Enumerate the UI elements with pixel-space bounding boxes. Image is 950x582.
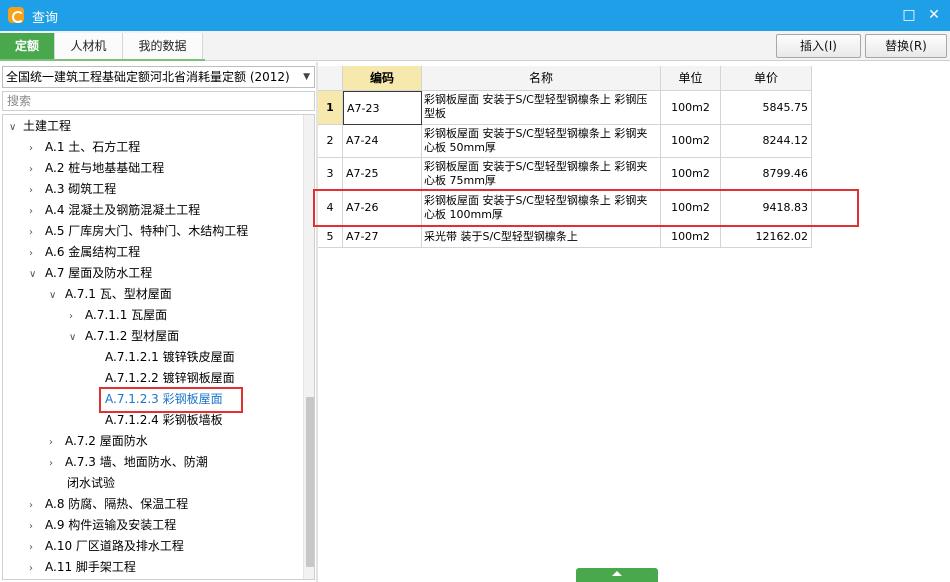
chevron-right-icon[interactable]: › [29, 201, 39, 222]
unit-cell[interactable]: 100m2 [661, 226, 721, 248]
name-cell[interactable]: 彩钢板屋面 安装于S/C型轻型钢檩条上 彩钢夹心板 75mm厚 [422, 158, 661, 191]
chevron-right-icon[interactable]: › [29, 180, 39, 201]
price-cell[interactable]: 5845.75 [721, 91, 812, 125]
chevron-right-icon[interactable]: › [49, 432, 59, 453]
insert-button[interactable]: 插入(I) [776, 34, 861, 58]
scrollbar-thumb[interactable] [306, 397, 314, 567]
tree-item[interactable]: › A.7.3 墙、地面防水、防潮 [49, 452, 208, 473]
tree-item[interactable]: › A.10 厂区道路及排水工程 [29, 536, 184, 557]
name-cell[interactable]: 彩钢板屋面 安装于S/C型轻型钢檩条上 彩钢夹心板 100mm厚 [422, 191, 661, 226]
name-cell[interactable]: 彩钢板屋面 安装于S/C型轻型钢檩条上 彩钢压型板 [422, 91, 661, 125]
tree-item[interactable]: › A.5 厂库房大门、特种门、木结构工程 [29, 221, 248, 242]
name-cell[interactable]: 彩钢板屋面 安装于S/C型轻型钢檩条上 彩钢夹心板 50mm厚 [422, 125, 661, 158]
unit-cell[interactable]: 100m2 [661, 91, 721, 125]
row-number[interactable]: 5 [318, 226, 343, 248]
tab-underline [0, 59, 205, 61]
row-number[interactable]: 2 [318, 125, 343, 158]
row-number[interactable]: 3 [318, 158, 343, 191]
tree-item[interactable]: › A.4 混凝土及钢筋混凝土工程 [29, 200, 200, 221]
price-cell[interactable]: 9418.83 [721, 191, 812, 226]
price-cell[interactable]: 8799.46 [721, 158, 812, 191]
quota-library-value: 全国统一建筑工程基础定额河北省消耗量定额 (2012) [6, 70, 290, 84]
chevron-down-icon[interactable]: ▼ [303, 67, 310, 87]
chevron-right-icon[interactable]: › [29, 243, 39, 264]
category-tree: ∨ 土建工程 › A.1 土、石方工程 › A.2 桩与地基基础工程 › A.3 砌筑工… [2, 114, 315, 580]
tree-item[interactable]: › A.11 脚手架工程 [29, 557, 136, 578]
tree-item[interactable]: ∨ A.7 屋面及防水工程 [29, 263, 152, 284]
chevron-right-icon[interactable]: › [29, 516, 39, 537]
code-cell[interactable]: A7-25 [343, 158, 422, 191]
column-header-price[interactable]: 单价 [721, 66, 812, 91]
chevron-right-icon[interactable]: › [29, 222, 39, 243]
tree-scrollbar[interactable] [303, 115, 314, 579]
tree-item[interactable]: A.7.1.2.2 镀锌钢板屋面 [105, 368, 235, 389]
tree-item[interactable]: › A.9 构件运输及安装工程 [29, 515, 176, 536]
chevron-right-icon[interactable]: › [29, 495, 39, 516]
tree-item-selected[interactable]: A.7.1.2.3 彩钢板屋面 [105, 389, 223, 410]
chevron-right-icon[interactable]: › [49, 453, 59, 474]
unit-cell[interactable]: 100m2 [661, 158, 721, 191]
tab-my-data[interactable]: 我的数据 [123, 33, 203, 61]
chevron-right-icon[interactable]: › [29, 138, 39, 159]
tree-item[interactable]: › A.1 土、石方工程 [29, 137, 140, 158]
price-cell[interactable]: 12162.02 [721, 226, 812, 248]
chevron-down-icon[interactable]: ∨ [69, 327, 79, 348]
close-icon[interactable]: ✕ [925, 6, 943, 24]
chevron-down-icon[interactable]: ∨ [49, 285, 59, 306]
tab-labor-material-machine[interactable]: 人材机 [55, 33, 123, 61]
expand-panel-tab[interactable] [576, 568, 658, 582]
chevron-down-icon[interactable]: ∨ [9, 117, 19, 138]
tree-item[interactable]: A.7.1.2.1 镀锌铁皮屋面 [105, 347, 235, 368]
tab-quota[interactable]: 定额 [0, 33, 55, 61]
minimize-icon[interactable]: □ [900, 6, 918, 24]
tree-item[interactable]: ∨ 土建工程 [9, 116, 71, 137]
row-number[interactable]: 4 [318, 191, 343, 226]
code-cell[interactable]: A7-27 [343, 226, 422, 248]
window-title: 查询 [32, 11, 59, 26]
replace-button[interactable]: 替换(R) [865, 34, 947, 58]
chevron-right-icon[interactable]: › [29, 159, 39, 180]
tree-item[interactable]: › A.8 防腐、隔热、保温工程 [29, 494, 188, 515]
chevron-right-icon[interactable]: › [29, 558, 39, 579]
code-cell[interactable]: A7-26 [343, 191, 422, 226]
price-cell[interactable]: 8244.12 [721, 125, 812, 158]
tree-item[interactable]: ∨ A.7.1.2 型材屋面 [69, 326, 179, 347]
unit-cell[interactable]: 100m2 [661, 125, 721, 158]
code-cell[interactable]: A7-23 [343, 91, 422, 125]
tree-item[interactable]: A.7.1.2.4 彩钢板墙板 [105, 410, 223, 431]
column-header-name[interactable]: 名称 [422, 66, 661, 91]
tree-item[interactable]: › A.2 桩与地基基础工程 [29, 158, 164, 179]
tree-item[interactable]: › A.7.2 屋面防水 [49, 431, 148, 452]
tree-item-continuation: 闭水试验 [67, 476, 116, 490]
tree-item[interactable]: ∨ A.7.1 瓦、型材屋面 [49, 284, 172, 305]
title-bar: 查询 □ ✕ [0, 0, 950, 31]
row-number[interactable]: 1 [318, 91, 343, 125]
column-header-unit[interactable]: 单位 [661, 66, 721, 91]
app-logo-icon [8, 7, 24, 23]
tree-item[interactable]: › A.3 砌筑工程 [29, 179, 116, 200]
search-input[interactable]: 搜索 [2, 91, 315, 111]
unit-cell[interactable]: 100m2 [661, 191, 721, 226]
tree-item[interactable]: › A.7.1.1 瓦屋面 [69, 305, 167, 326]
chevron-down-icon[interactable]: ∨ [29, 264, 39, 285]
tree-item[interactable]: › A.6 金属结构工程 [29, 242, 140, 263]
column-header-code[interactable]: 编码 [343, 66, 422, 91]
quota-library-select[interactable]: 全国统一建筑工程基础定额河北省消耗量定额 (2012) ▼ [2, 66, 315, 88]
code-cell[interactable]: A7-24 [343, 125, 422, 158]
name-cell[interactable]: 采光带 装于S/C型轻型钢檩条上 [422, 226, 661, 248]
chevron-right-icon[interactable]: › [29, 537, 39, 558]
chevron-right-icon[interactable]: › [69, 306, 79, 327]
table-corner [318, 66, 343, 91]
